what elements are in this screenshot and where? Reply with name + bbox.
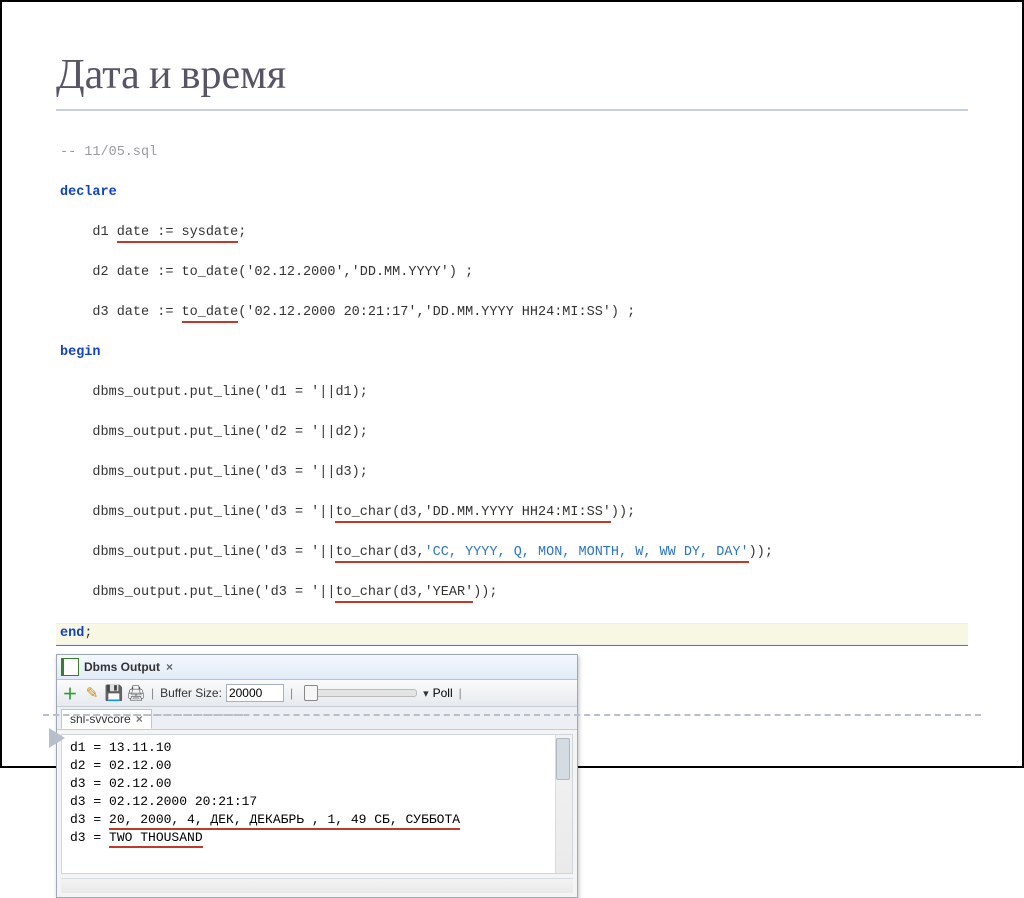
out-l3: d3 = 02.12.00 xyxy=(70,776,171,791)
out-d1: dbms_output.put_line('d1 = '||d1); xyxy=(56,383,968,403)
buffer-size-label: Buffer Size: xyxy=(160,686,222,700)
toolbar-sep-2: | xyxy=(290,686,293,700)
out-d3c-pre: dbms_output.put_line('d3 = '|| xyxy=(60,545,335,560)
buffer-size-input[interactable] xyxy=(226,684,284,702)
edit-icon[interactable]: ✎ xyxy=(83,684,101,702)
panel-close-button[interactable]: × xyxy=(166,660,173,674)
out-l5-pre: d3 = xyxy=(70,812,109,827)
panel-title: Dbms Output xyxy=(84,660,160,674)
footer-area xyxy=(43,714,981,748)
output-textarea[interactable]: d1 = 13.11.10 d2 = 02.12.00 d3 = 02.12.0… xyxy=(61,734,573,874)
poll-slider[interactable] xyxy=(305,689,417,697)
toolbar-sep-1: | xyxy=(151,686,154,700)
horizontal-scrollbar[interactable] xyxy=(61,878,573,893)
poll-caret-icon: ▾ xyxy=(423,687,429,700)
out-d3d-suf: )); xyxy=(473,585,497,600)
print-icon[interactable]: 🖨 xyxy=(127,684,145,702)
scrollbar-thumb[interactable] xyxy=(556,738,570,780)
sql-code-block: -- 11/05.sql declare d1 date := sysdate;… xyxy=(56,123,968,646)
out-l6-u: TWO THOUSAND xyxy=(109,830,203,848)
kw-declare: declare xyxy=(60,185,117,200)
panel-titlebar: Dbms Output × xyxy=(57,655,577,680)
toolbar-sep-3: | xyxy=(459,686,462,700)
d2-line: d2 date := to_date('02.12.2000','DD.MM.Y… xyxy=(56,263,968,283)
d3-args: ('02.12.2000 20:21:17','DD.MM.YYYY HH24:… xyxy=(238,305,635,320)
out-d2: dbms_output.put_line('d2 = '||d2); xyxy=(56,423,968,443)
out-l5-u: 20, 2000, 4, ДЕК, ДЕКАБРЬ , 1, 49 СБ, СУ… xyxy=(109,812,460,830)
page-title: Дата и время xyxy=(56,50,1022,99)
play-arrow-icon[interactable] xyxy=(49,728,65,748)
out-d3c-u1: to_char(d3, xyxy=(335,545,424,563)
out-d3a: dbms_output.put_line('d3 = '||d3); xyxy=(56,463,968,483)
add-icon[interactable]: ＋ xyxy=(61,684,79,702)
out-l6-pre: d3 = xyxy=(70,830,109,845)
save-icon[interactable]: 💾 xyxy=(105,684,123,702)
document-icon xyxy=(61,658,79,676)
kw-end: end xyxy=(60,626,84,641)
d1-decl: date := sysdate xyxy=(117,225,239,243)
footer-dashes xyxy=(43,714,981,716)
slider-thumb[interactable] xyxy=(304,685,318,701)
out-l4: d3 = 02.12.2000 20:21:17 xyxy=(70,794,257,809)
out-d3c-suf: )); xyxy=(749,545,773,560)
kw-begin: begin xyxy=(60,345,101,360)
code-comment: -- 11/05.sql xyxy=(60,145,157,160)
title-rule xyxy=(56,109,968,111)
out-l2: d2 = 02.12.00 xyxy=(70,758,171,773)
d3-pre: d3 date := xyxy=(60,305,182,320)
d3-func: to_date xyxy=(182,305,239,323)
poll-label: Poll xyxy=(433,686,453,700)
out-d3d-u: to_char(d3,'YEAR' xyxy=(335,585,473,603)
out-d3c-u2: 'CC, YYYY, Q, MON, MONTH, W, WW DY, DAY' xyxy=(425,545,749,563)
out-d3d-pre: dbms_output.put_line('d3 = '|| xyxy=(60,585,335,600)
slide-frame: Дата и время -- 11/05.sql declare d1 dat… xyxy=(0,0,1024,768)
panel-toolbar: ＋ ✎ 💾 🖨 | Buffer Size: | ▾ Poll | xyxy=(57,680,577,707)
d1-pre: d1 xyxy=(60,225,117,240)
out-d3b-u: to_char(d3,'DD.MM.YYYY HH24:MI:SS' xyxy=(335,505,610,523)
out-d3b-pre: dbms_output.put_line('d3 = '|| xyxy=(60,505,335,520)
dbms-output-panel: Dbms Output × ＋ ✎ 💾 🖨 | Buffer Size: | ▾… xyxy=(56,654,578,898)
out-d3b-suf: )); xyxy=(611,505,635,520)
